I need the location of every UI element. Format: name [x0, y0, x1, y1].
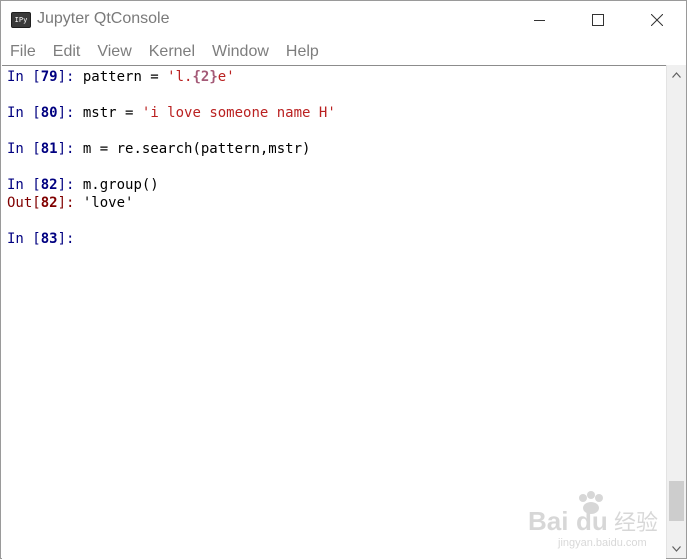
- menu-file[interactable]: File: [10, 43, 36, 61]
- scroll-down-icon: [672, 545, 681, 552]
- minimize-button[interactable]: [511, 1, 569, 39]
- menu-kernel[interactable]: Kernel: [149, 43, 195, 61]
- code-text: m.group(): [82, 177, 159, 193]
- baidu-paw-icon: Bai du 经验 jingyan.baidu.com: [528, 491, 658, 549]
- console-line-in-83[interactable]: In [83]:: [7, 230, 83, 248]
- console-line-in-82: In [82]: m.group(): [7, 176, 159, 194]
- in-prompt: In [82]:: [7, 177, 83, 193]
- string-literal: 'l.: [167, 69, 193, 85]
- output-text: 'love': [82, 195, 134, 211]
- window-title: Jupyter QtConsole: [37, 10, 170, 27]
- console-line-in-79: In [79]: pattern = 'l.{2}e': [7, 68, 235, 86]
- watermark-brand-du: du: [576, 506, 608, 536]
- watermark-brand: Bai: [528, 506, 568, 536]
- maximize-button[interactable]: [569, 1, 627, 39]
- regex-quantifier: {2}: [192, 69, 218, 85]
- code-text: pattern =: [82, 69, 168, 85]
- menu-window[interactable]: Window: [212, 43, 269, 61]
- menu-view[interactable]: View: [97, 43, 131, 61]
- menu-edit[interactable]: Edit: [53, 43, 81, 61]
- menu-help[interactable]: Help: [286, 43, 319, 61]
- minimize-icon: [534, 20, 545, 21]
- scroll-up-icon: [672, 71, 681, 78]
- code-text: mstr =: [82, 105, 142, 121]
- in-prompt: In [80]:: [7, 105, 83, 121]
- title-bar[interactable]: IPy Jupyter QtConsole: [1, 1, 686, 39]
- scroll-up-button[interactable]: [667, 66, 686, 83]
- string-literal: e': [217, 69, 235, 85]
- console-area[interactable]: In [79]: pattern = 'l.{2}e' In [80]: mst…: [2, 65, 666, 559]
- baidu-watermark: Bai du 经验 jingyan.baidu.com: [528, 490, 668, 550]
- string-literal: 'i love someone name H': [141, 105, 336, 121]
- console-line-out-82: Out[82]: 'love': [7, 194, 133, 212]
- maximize-icon: [592, 14, 604, 26]
- close-icon: [651, 14, 663, 26]
- code-text: m = re.search(pattern,mstr): [82, 141, 311, 157]
- close-button[interactable]: [628, 1, 686, 39]
- console-line-in-80: In [80]: mstr = 'i love someone name H': [7, 104, 336, 122]
- watermark-suffix: 经验: [614, 511, 658, 536]
- vertical-scrollbar[interactable]: [666, 65, 686, 558]
- scroll-down-button[interactable]: [667, 540, 686, 557]
- console-line-in-81: In [81]: m = re.search(pattern,mstr): [7, 140, 310, 158]
- menu-bar: File Edit View Kernel Window Help: [1, 39, 686, 65]
- in-prompt: In [81]:: [7, 141, 83, 157]
- in-prompt: In [79]:: [7, 69, 83, 85]
- scroll-thumb[interactable]: [669, 481, 684, 521]
- out-prompt: Out[82]:: [7, 195, 83, 211]
- in-prompt: In [83]:: [7, 231, 83, 247]
- ipython-app-icon: IPy: [11, 12, 31, 28]
- watermark-sub: jingyan.baidu.com: [557, 537, 647, 549]
- qtconsole-window: IPy Jupyter QtConsole File Edit View Ker…: [0, 0, 687, 559]
